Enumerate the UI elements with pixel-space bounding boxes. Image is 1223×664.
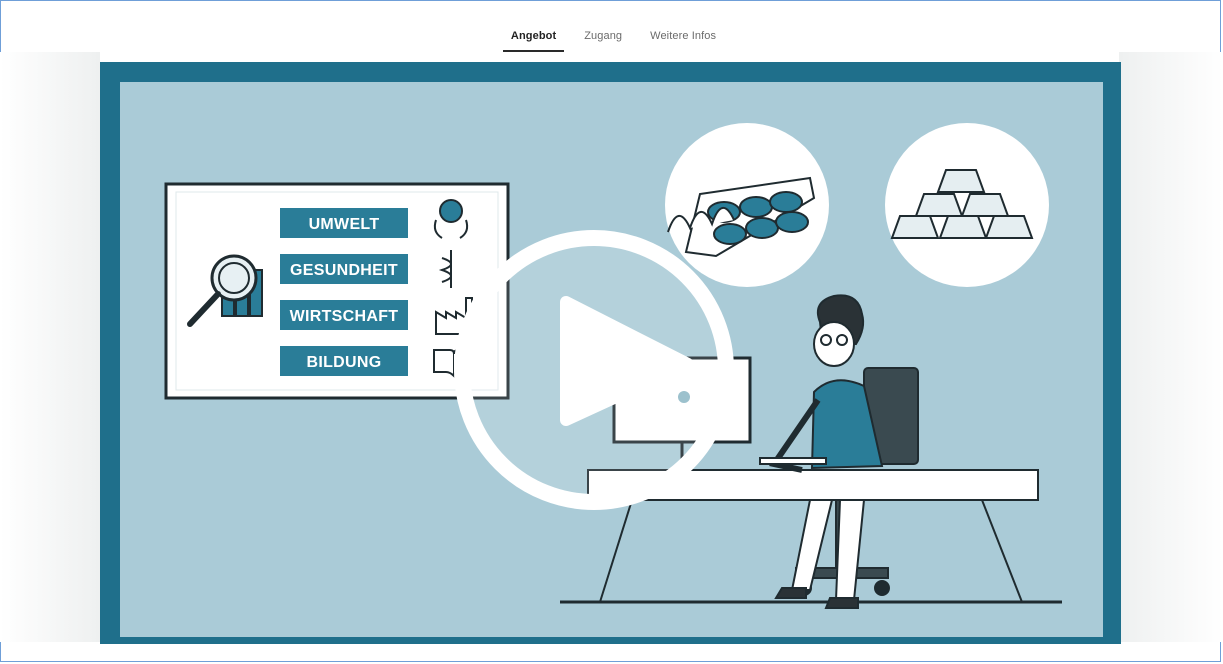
topic-bildung: BILDUNG [280,346,408,376]
play-button[interactable] [454,230,734,510]
illustration: UMWELT GESUNDHEIT WIRTSCHAFT BILDUNG [164,123,1062,609]
topic-wirtschaft-label: WIRTSCHAFT [290,308,399,325]
gold-bars-circle [885,123,1049,287]
topic-umwelt: UMWELT [280,208,408,238]
video-player[interactable]: UMWELT GESUNDHEIT WIRTSCHAFT BILDUNG [100,62,1121,644]
topic-gesundheit-label: GESUNDHEIT [290,262,398,279]
egg-carton-circle [665,123,829,287]
topic-wirtschaft: WIRTSCHAFT [280,300,408,330]
tab-weitere-infos[interactable]: Weitere Infos [636,24,730,52]
topic-umwelt-label: UMWELT [309,216,380,233]
topic-gesundheit: GESUNDHEIT [280,254,408,284]
video-thumbnail: UMWELT GESUNDHEIT WIRTSCHAFT BILDUNG [120,82,1103,637]
tab-zugang[interactable]: Zugang [570,24,636,52]
side-gradient-right [1119,52,1223,642]
tab-angebot[interactable]: Angebot [497,24,570,52]
side-gradient-left [0,52,100,642]
tab-bar: Angebot Zugang Weitere Infos [0,0,1223,52]
person [759,294,884,609]
topic-bildung-label: BILDUNG [307,354,382,371]
